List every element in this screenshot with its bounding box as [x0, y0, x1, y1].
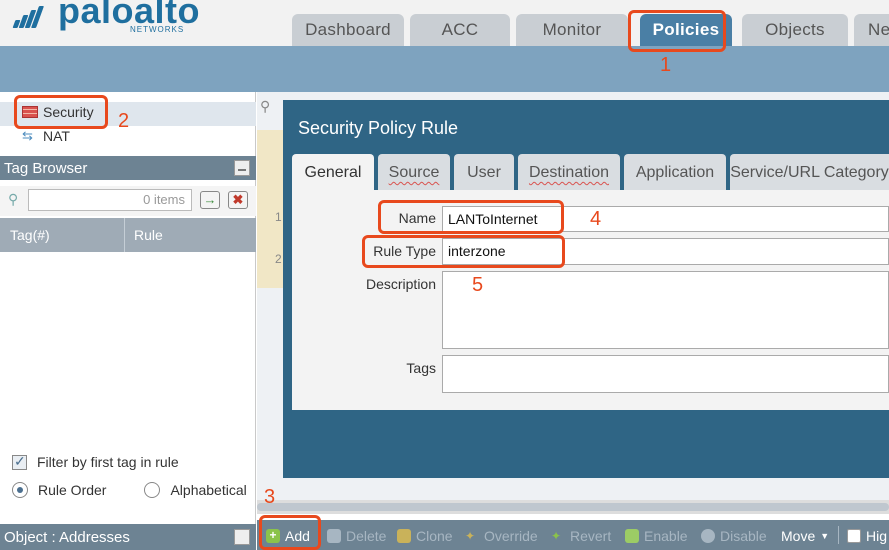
- dialog-tab-source[interactable]: Source: [378, 154, 450, 192]
- scrollbar-thumb[interactable]: [257, 503, 889, 511]
- annotation-box-name: [378, 200, 564, 234]
- horizontal-scrollbar[interactable]: [257, 500, 889, 514]
- enable-label: Enable: [644, 528, 688, 544]
- description-textarea[interactable]: [442, 271, 889, 349]
- annotation-box-security: [14, 95, 108, 129]
- annotation-number: 5: [472, 274, 484, 296]
- revert-label: Revert: [570, 528, 612, 544]
- tag-search-input[interactable]: 0 items: [28, 189, 192, 211]
- col-rule[interactable]: Rule: [134, 227, 163, 243]
- clone-icon: [397, 529, 411, 543]
- annotation-box-rule-type: [362, 235, 565, 268]
- col-tag[interactable]: Tag(#): [10, 227, 50, 243]
- disable-button[interactable]: Disable: [701, 528, 767, 544]
- dialog-tab-label: Source: [388, 164, 440, 181]
- tag-browser-header: Tag Browser: [0, 156, 256, 180]
- tab-acc[interactable]: ACC: [410, 14, 510, 46]
- left-panel: Security ⇆ NAT Tag Browser ⚲ 0 items → ✖…: [0, 92, 256, 550]
- move-dropdown[interactable]: Move ▼: [781, 528, 829, 544]
- sub-nav-band: [0, 46, 889, 92]
- tab-network[interactable]: Ne: [854, 14, 889, 46]
- top-bar: paloalto NETWORKS Dashboard ACC Monitor …: [0, 0, 889, 46]
- filter-first-tag-option[interactable]: Filter by first tag in rule: [12, 453, 179, 470]
- alphabetical-radio[interactable]: [144, 482, 161, 498]
- sidebar-item-label: NAT: [43, 128, 70, 144]
- tags-label: Tags: [406, 360, 436, 376]
- override-button[interactable]: ✦ Override: [465, 528, 538, 544]
- clone-label: Clone: [416, 528, 453, 544]
- filter-checkbox[interactable]: [12, 453, 27, 470]
- highlight-unused-option[interactable]: Hig: [847, 528, 887, 544]
- tab-dashboard[interactable]: Dashboard: [292, 14, 404, 46]
- tags-input[interactable]: [442, 355, 889, 393]
- move-label: Move: [781, 528, 816, 544]
- clone-button[interactable]: Clone: [397, 528, 453, 544]
- brand-name: paloalto: [58, 0, 201, 31]
- filter-label: Filter by first tag in rule: [37, 454, 179, 470]
- delete-button[interactable]: Delete: [327, 528, 386, 544]
- override-label: Override: [484, 528, 538, 544]
- dialog-tab-user[interactable]: User: [454, 154, 514, 192]
- object-addresses-header: Object : Addresses: [0, 524, 256, 550]
- annotation-number: 2: [118, 110, 130, 132]
- apply-filter-icon[interactable]: →: [200, 191, 220, 209]
- disable-label: Disable: [720, 528, 767, 544]
- chevron-down-icon: ▼: [820, 531, 830, 541]
- toolbar-divider: [838, 526, 839, 544]
- description-label: Description: [365, 276, 436, 292]
- sidebar-item-nat[interactable]: ⇆ NAT: [22, 128, 70, 144]
- rule-order-label: Rule Order: [38, 482, 107, 498]
- override-icon: ✦: [465, 529, 476, 543]
- sort-options: Rule Order Alphabetical: [12, 482, 247, 498]
- highlight-checkbox[interactable]: [847, 529, 861, 543]
- tab-monitor[interactable]: Monitor: [516, 14, 628, 46]
- annotation-box-add: [259, 515, 321, 550]
- annotation-number: 3: [264, 486, 276, 508]
- annotation-number: 1: [660, 54, 672, 76]
- dialog-tab-general[interactable]: General: [292, 154, 374, 192]
- dialog-title: Security Policy Rule: [298, 118, 459, 138]
- revert-icon: ✦: [551, 529, 562, 543]
- enable-button[interactable]: Enable: [625, 528, 688, 544]
- rules-toolbar: + Add Delete Clone ✦ Override ✦ Revert E…: [257, 520, 889, 550]
- search-icon[interactable]: ⚲: [260, 98, 270, 115]
- dialog-tab-destination[interactable]: Destination: [518, 154, 620, 192]
- rule-order-radio[interactable]: [12, 482, 28, 498]
- enable-icon: [625, 529, 639, 543]
- main-tabs: Dashboard ACC Monitor Policies Objects N…: [292, 14, 889, 46]
- object-panel-title: Object : Addresses: [4, 528, 130, 546]
- rule-row-number: 1: [275, 210, 282, 224]
- minimize-icon[interactable]: [234, 160, 250, 176]
- logo-mark-icon: [10, 4, 54, 28]
- dialog-tab-label: Destination: [528, 164, 610, 181]
- tab-objects[interactable]: Objects: [742, 14, 848, 46]
- dialog-tab-service-url[interactable]: Service/URL Category: [730, 154, 889, 192]
- annotation-box-policies: [628, 10, 726, 52]
- brand-sub: NETWORKS: [130, 25, 185, 34]
- annotation-number: 4: [590, 208, 602, 230]
- disable-icon: [701, 529, 715, 543]
- rule-row-number: 2: [275, 252, 282, 266]
- dialog-tab-application[interactable]: Application: [624, 154, 726, 192]
- highlight-label: Hig: [866, 528, 888, 544]
- delete-icon: [327, 529, 341, 543]
- tag-search-row: ⚲ 0 items → ✖: [0, 186, 256, 216]
- alphabetical-label: Alphabetical: [170, 482, 247, 498]
- delete-label: Delete: [346, 528, 387, 544]
- search-icon: ⚲: [8, 191, 19, 207]
- brand-logo: paloalto: [10, 0, 200, 40]
- revert-button[interactable]: ✦ Revert: [551, 528, 611, 544]
- tag-table-header: Tag(#) Rule: [0, 218, 256, 252]
- clear-filter-icon[interactable]: ✖: [228, 191, 248, 209]
- nat-arrows-icon: ⇆: [22, 128, 33, 143]
- tag-browser-title: Tag Browser: [4, 159, 88, 177]
- minimize-icon[interactable]: [234, 529, 250, 545]
